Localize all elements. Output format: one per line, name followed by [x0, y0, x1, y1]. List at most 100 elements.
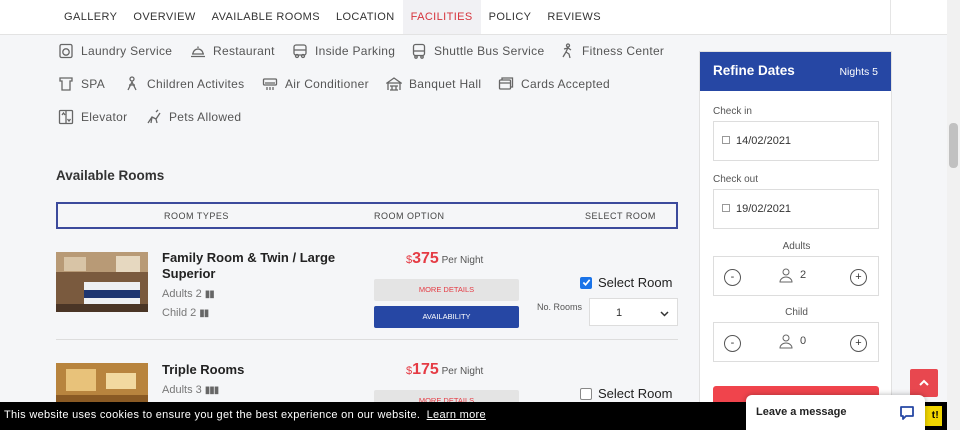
facility-pets: Pets Allowed	[146, 109, 241, 125]
adults-label: Adults	[782, 241, 811, 252]
no-rooms-label: No. Rooms	[537, 302, 583, 312]
person-icon	[779, 334, 793, 349]
more-details-button[interactable]: MORE DETAILS	[374, 279, 519, 301]
facility-label: SPA	[81, 77, 106, 91]
room-name[interactable]: Family Room & Twin / Large Superior	[162, 250, 352, 282]
facility-parking: Inside Parking	[292, 43, 395, 59]
elevator-icon	[58, 109, 74, 125]
chat-icon	[900, 406, 914, 420]
facility-spa: SPA	[58, 76, 105, 92]
check-icon	[582, 279, 590, 286]
child-decrement-button[interactable]: -	[724, 335, 741, 352]
header-select-room: SELECT ROOM	[585, 211, 656, 221]
child-increment-button[interactable]: +	[850, 335, 867, 352]
checkout-label: Check out	[713, 174, 759, 185]
child-count: 0	[800, 335, 807, 347]
tab-bar: GALLERY OVERVIEW AVAILABLE ROOMS LOCATIO…	[56, 0, 609, 35]
tab-policy[interactable]: POLICY	[481, 0, 540, 34]
spa-icon	[59, 77, 73, 91]
room-divider	[56, 339, 678, 340]
adults-decrement-button[interactable]: -	[724, 269, 741, 286]
calendar-icon	[722, 204, 730, 212]
facility-label: Banquet Hall	[409, 77, 482, 91]
facility-bus: Shuttle Bus Service	[411, 43, 544, 59]
facility-elevator: Elevator	[58, 109, 127, 125]
facility-ac: Air Conditioner	[262, 76, 369, 92]
chat-label: Leave a message	[756, 406, 847, 418]
facility-restaurant: Restaurant	[190, 43, 275, 59]
chat-widget[interactable]: Leave a message	[746, 395, 925, 430]
checkin-field[interactable]: 14/02/2021	[713, 121, 879, 161]
tab-gallery[interactable]: GALLERY	[56, 0, 125, 34]
fitness-icon	[562, 43, 572, 59]
scrollbar-thumb[interactable]	[949, 123, 958, 168]
person-icon: ▮▮	[204, 288, 215, 300]
select-room-label: Select Room	[598, 386, 673, 401]
availability-button[interactable]: AVAILABILITY	[374, 306, 519, 328]
child-stepper: - 0 +	[713, 322, 879, 362]
adults-stepper: - 2 +	[713, 256, 879, 296]
room-adults: Adults 3 ▮▮▮	[162, 384, 219, 396]
person-icon: ▮▮▮	[204, 384, 219, 396]
child-count: Child 2	[162, 307, 197, 319]
chevron-up-icon	[919, 379, 929, 386]
select-room-option[interactable]: Select Room	[580, 386, 672, 401]
facility-cards: Cards Accepted	[498, 76, 610, 92]
no-rooms-value: 1	[616, 307, 623, 319]
room-child: Child 2 ▮▮	[162, 307, 209, 319]
refine-header: Refine Dates Nights 5	[700, 52, 891, 91]
learn-more-link[interactable]: Learn more	[427, 409, 486, 421]
child-label: Child	[785, 307, 808, 318]
bus-icon	[412, 43, 426, 59]
adults-count: Adults 2	[162, 288, 202, 300]
adults-increment-button[interactable]: +	[850, 269, 867, 286]
card-icon	[498, 77, 514, 90]
checkin-label: Check in	[713, 106, 752, 117]
adults-count: Adults 3	[162, 384, 202, 396]
pet-icon	[147, 109, 161, 124]
facility-fitness: Fitness Center	[559, 43, 664, 59]
checkout-field[interactable]: 19/02/2021	[713, 189, 879, 229]
page-scrollbar[interactable]	[947, 0, 960, 430]
facility-label: Shuttle Bus Service	[434, 44, 545, 58]
tab-reviews[interactable]: REVIEWS	[539, 0, 609, 34]
facility-label: Inside Parking	[315, 44, 396, 58]
rooms-table-header: ROOM TYPES ROOM OPTION SELECT ROOM	[56, 202, 678, 229]
ac-icon	[262, 78, 278, 90]
select-room-checkbox[interactable]	[580, 387, 592, 400]
back-to-top-button[interactable]	[910, 369, 938, 397]
checkin-value: 14/02/2021	[736, 135, 792, 147]
no-rooms-select[interactable]: 1	[589, 298, 678, 326]
price-amount: 175	[412, 361, 439, 378]
select-room-checkbox[interactable]	[580, 276, 592, 289]
adults-count: 2	[800, 269, 807, 281]
cookie-text: This website uses cookies to ensure you …	[4, 409, 421, 421]
checkout-value: 19/02/2021	[736, 203, 792, 215]
parking-icon	[293, 44, 307, 59]
cookie-message: This website uses cookies to ensure you …	[4, 409, 486, 421]
facility-label: Cards Accepted	[521, 77, 610, 91]
banquet-icon	[386, 77, 402, 91]
facility-label: Children Activites	[147, 77, 245, 91]
facility-children: Children Activites	[124, 76, 244, 92]
room-name[interactable]: Triple Rooms	[162, 362, 352, 378]
divider	[890, 0, 891, 35]
tab-available-rooms[interactable]: AVAILABLE ROOMS	[204, 0, 328, 34]
refine-dates-panel: Refine Dates Nights 5 Check in 14/02/202…	[699, 51, 892, 412]
tab-overview[interactable]: OVERVIEW	[125, 0, 203, 34]
top-nav: GALLERY OVERVIEW AVAILABLE ROOMS LOCATIO…	[0, 0, 947, 35]
tab-facilities[interactable]: FACILITIES	[402, 0, 481, 34]
tab-location[interactable]: LOCATION	[328, 0, 403, 34]
room-adults: Adults 2 ▮▮	[162, 288, 215, 300]
facility-label: Pets Allowed	[169, 110, 242, 124]
calendar-icon	[722, 136, 730, 144]
facility-laundry: Laundry Service	[58, 43, 172, 59]
restaurant-icon	[191, 46, 205, 58]
laundry-icon	[59, 43, 73, 59]
children-icon	[127, 76, 137, 91]
select-room-option[interactable]: Select Room	[580, 275, 672, 290]
room-image[interactable]	[56, 252, 148, 312]
price-per: Per Night	[441, 255, 484, 266]
price-per: Per Night	[441, 366, 484, 377]
room-photo-family	[56, 252, 148, 312]
